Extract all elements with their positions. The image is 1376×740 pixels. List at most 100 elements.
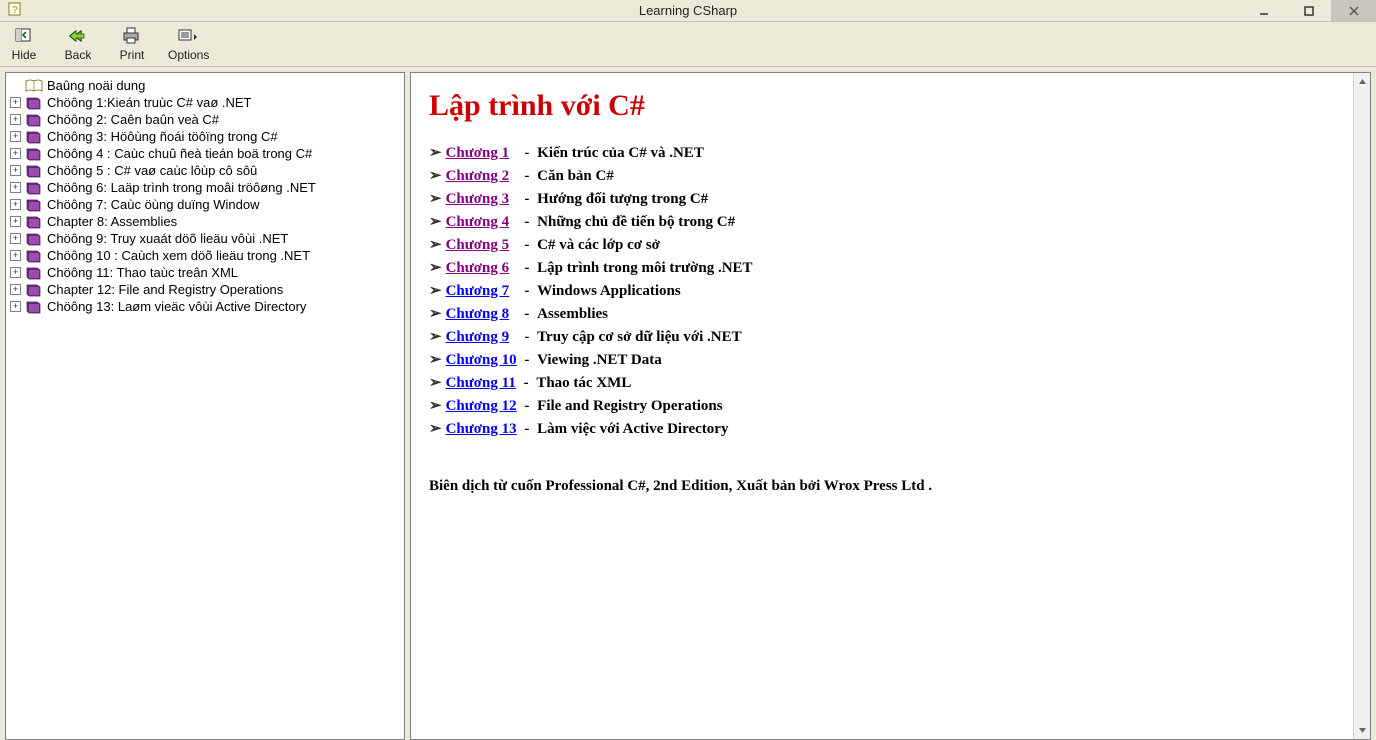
chapter-description: Windows Applications <box>537 283 681 300</box>
navigation-tree[interactable]: Baûng noäi dung +Chöông 1:Kieán truùc C#… <box>5 72 405 740</box>
chapter-link[interactable]: Chương 5 <box>446 237 510 254</box>
separator: - <box>513 168 533 185</box>
tree-item[interactable]: + Chöông 10 : Caùch xem döõ lieäu trong .… <box>8 247 402 264</box>
expander-icon[interactable]: + <box>10 267 21 278</box>
closed-book-icon <box>25 181 43 195</box>
scroll-down-button[interactable] <box>1354 722 1370 739</box>
closed-book-icon <box>25 113 43 127</box>
chapter-link[interactable]: Chương 9 <box>446 329 510 346</box>
expander-icon[interactable]: + <box>10 114 21 125</box>
bullet-icon: ➢ <box>429 327 442 346</box>
bullet-icon: ➢ <box>429 212 442 231</box>
chapter-link[interactable]: Chương 13 <box>446 421 517 438</box>
tree-item[interactable]: +Chöông 13: Laøm vieäc vôùi Active Direc… <box>8 298 402 315</box>
chapter-description: Hướng đối tượng trong C# <box>537 191 708 208</box>
tree-item[interactable]: + Chöông 2: Caên baûn veà C# <box>8 111 402 128</box>
tree-root-label: Baûng noäi dung <box>47 78 145 93</box>
separator: - <box>513 306 533 323</box>
bullet-icon: ➢ <box>429 189 442 208</box>
tree-item[interactable]: + Chöông 11: Thao taùc treân XML <box>8 264 402 281</box>
tree-item-label: Chöông 4 : Caùc chuû ñeà tieán boä trong… <box>47 146 312 161</box>
expander-icon[interactable]: + <box>10 233 21 244</box>
chapter-link[interactable]: Chương 7 <box>446 283 510 300</box>
tree-item-label: Chapter 8: Assemblies <box>47 214 177 229</box>
toolbar: Hide Back Print <box>0 22 1376 67</box>
chapter-description: Căn bản C# <box>537 168 614 185</box>
expander-icon[interactable]: + <box>10 284 21 295</box>
chapter-link[interactable]: Chương 3 <box>446 191 510 208</box>
tree-item[interactable]: + Chapter 8: Assemblies <box>8 213 402 230</box>
tree-item[interactable]: +Chöông 7: Caùc öùng duïng Window <box>8 196 402 213</box>
close-button[interactable] <box>1331 0 1376 21</box>
tree-item[interactable]: +Chöông 5 : C# vaø caùc lôùp cô sôû <box>8 162 402 179</box>
tree-item-label: Chöông 11: Thao taùc treân XML <box>47 265 238 280</box>
options-button[interactable]: Options <box>168 26 209 62</box>
print-button[interactable]: Print <box>114 26 150 62</box>
bullet-icon: ➢ <box>429 419 442 438</box>
expander-icon[interactable]: + <box>10 250 21 261</box>
minimize-button[interactable] <box>1241 0 1286 21</box>
closed-book-icon <box>25 215 43 229</box>
expander-icon[interactable]: + <box>10 199 21 210</box>
bullet-icon: ➢ <box>429 350 442 369</box>
tree-item[interactable]: + Chöông 4 : Caùc chuû ñeà tieán boä tron… <box>8 145 402 162</box>
scroll-track[interactable] <box>1354 90 1370 722</box>
expander-blank <box>10 80 21 91</box>
expander-icon[interactable]: + <box>10 216 21 227</box>
separator: - <box>513 145 533 162</box>
closed-book-icon <box>25 266 43 280</box>
expander-icon[interactable]: + <box>10 182 21 193</box>
content-scroll-area[interactable]: Lập trình với C# ➢Chương 1 - Kiến trúc c… <box>411 73 1353 739</box>
closed-book-icon <box>25 198 43 212</box>
chapter-link[interactable]: Chương 1 <box>446 145 510 162</box>
tree-item[interactable]: +Chöông 3: Höôùng ñoái töôïng trong C# <box>8 128 402 145</box>
print-icon <box>122 26 142 46</box>
chapter-link[interactable]: Chương 10 <box>446 352 517 369</box>
closed-book-icon <box>25 147 43 161</box>
bullet-icon: ➢ <box>429 235 442 254</box>
chapter-description: Làm việc với Active Directory <box>537 421 728 438</box>
tree-item-label: Chöông 2: Caên baûn veà C# <box>47 112 219 127</box>
chapter-link[interactable]: Chương 2 <box>446 168 510 185</box>
chapter-line: ➢Chương 2 - Căn bản C# <box>429 166 1335 185</box>
scroll-up-button[interactable] <box>1354 73 1370 90</box>
separator: - <box>513 329 533 346</box>
print-label: Print <box>120 48 145 62</box>
tree-item[interactable]: +Chöông 6: Laäp trình trong moâi tröôøng… <box>8 179 402 196</box>
expander-icon[interactable]: + <box>10 97 21 108</box>
chapter-link[interactable]: Chương 12 <box>446 398 517 415</box>
chapter-line: ➢Chương 6 - Lập trình trong môi trường .… <box>429 258 1335 277</box>
expander-icon[interactable]: + <box>10 131 21 142</box>
chapter-link[interactable]: Chương 11 <box>446 375 516 392</box>
chapter-link[interactable]: Chương 8 <box>446 306 510 323</box>
svg-text:?: ? <box>12 5 18 16</box>
tree-item[interactable]: +Chöông 1:Kieán truùc C# vaø .NET <box>8 94 402 111</box>
chapter-description: Lập trình trong môi trường .NET <box>537 260 752 277</box>
separator: - <box>513 191 533 208</box>
back-icon <box>68 26 88 46</box>
back-button[interactable]: Back <box>60 26 96 62</box>
hide-button[interactable]: Hide <box>6 26 42 62</box>
chapter-link[interactable]: Chương 4 <box>446 214 510 231</box>
closed-book-icon <box>25 164 43 178</box>
hide-icon <box>14 26 34 46</box>
bullet-icon: ➢ <box>429 304 442 323</box>
chapter-link[interactable]: Chương 6 <box>446 260 510 277</box>
expander-icon[interactable]: + <box>10 148 21 159</box>
tree-item-label: Chöông 10 : Caùch xem döõ lieäu trong .N… <box>47 248 310 263</box>
help-icon: ? <box>8 1 24 20</box>
tree-item[interactable]: +Chöông 9: Truy xuaát döõ lieäu vôùi .NE… <box>8 230 402 247</box>
closed-book-icon <box>25 232 43 246</box>
bullet-icon: ➢ <box>429 258 442 277</box>
tree-root[interactable]: Baûng noäi dung <box>8 77 402 94</box>
expander-icon[interactable]: + <box>10 301 21 312</box>
tree-item[interactable]: +Chapter 12: File and Registry Operation… <box>8 281 402 298</box>
chapter-line: ➢Chương 3 - Hướng đối tượng trong C# <box>429 189 1335 208</box>
titlebar: ? Learning CSharp <box>0 0 1376 22</box>
chapter-description: Assemblies <box>537 306 608 323</box>
maximize-button[interactable] <box>1286 0 1331 21</box>
vertical-scrollbar[interactable] <box>1353 73 1370 739</box>
expander-icon[interactable]: + <box>10 165 21 176</box>
chapter-line: ➢Chương 12 - File and Registry Operation… <box>429 396 1335 415</box>
separator: - <box>520 375 533 392</box>
